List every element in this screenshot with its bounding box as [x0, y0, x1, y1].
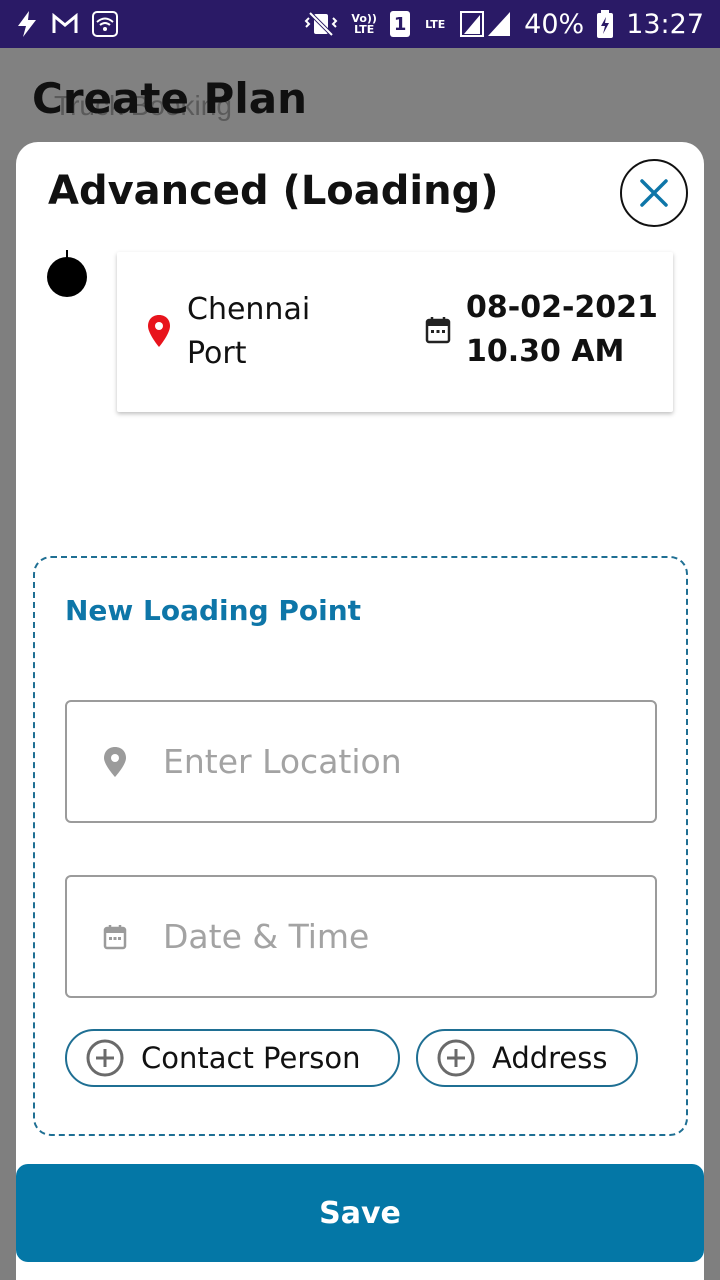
datetime-input[interactable]	[163, 917, 623, 956]
bottom-sheet: Advanced (Loading) Chennai Port 08-02-20…	[16, 142, 704, 1280]
address-label: Address	[492, 1041, 608, 1075]
vibrate-icon	[304, 11, 338, 37]
wifi-icon	[92, 11, 118, 37]
add-address-button[interactable]: Address	[416, 1029, 638, 1087]
add-contact-person-button[interactable]: Contact Person	[65, 1029, 400, 1087]
datetime-field[interactable]	[65, 875, 657, 998]
sim-icon: 1	[390, 11, 411, 37]
signal-icon	[460, 10, 512, 38]
new-loading-point-title: New Loading Point	[65, 594, 362, 627]
contact-person-label: Contact Person	[141, 1041, 361, 1075]
loading-point-date: 08-02-2021	[466, 290, 658, 325]
sheet-title: Advanced (Loading)	[48, 168, 499, 214]
loading-point-time: 10.30 AM	[466, 334, 625, 369]
calendar-icon	[425, 316, 451, 348]
close-button[interactable]	[620, 159, 688, 227]
sim-label: 1	[393, 13, 407, 35]
volte-label: Vo)) LTE	[351, 12, 377, 36]
save-button[interactable]: Save	[16, 1164, 704, 1262]
clock: 13:27	[626, 8, 704, 40]
add-circle-icon	[86, 1039, 124, 1077]
location-input[interactable]	[163, 742, 623, 781]
add-circle-icon	[437, 1039, 475, 1077]
location-field[interactable]	[65, 700, 657, 823]
close-icon	[640, 179, 668, 207]
location-pin-icon	[67, 746, 163, 778]
battery-percent: 40%	[524, 8, 585, 40]
battery-charging-icon	[596, 10, 614, 38]
timeline-dot	[47, 257, 87, 297]
loading-point-card[interactable]: Chennai Port 08-02-2021 10.30 AM	[117, 252, 673, 412]
status-bar: Vo)) LTE 1 LTE 40% 13:27	[0, 0, 720, 48]
new-loading-point-section: New Loading Point Contact Person Address	[33, 556, 688, 1136]
loading-point-location: Chennai Port	[187, 292, 311, 371]
flash-icon	[16, 10, 38, 38]
loading-point-datetime: 08-02-2021 10.30 AM	[466, 286, 658, 374]
gmail-icon	[52, 13, 78, 35]
location-pin-icon	[147, 314, 171, 352]
lte-label: LTE	[425, 17, 446, 31]
calendar-icon	[67, 924, 163, 950]
background-title: Create Plan	[32, 74, 307, 123]
